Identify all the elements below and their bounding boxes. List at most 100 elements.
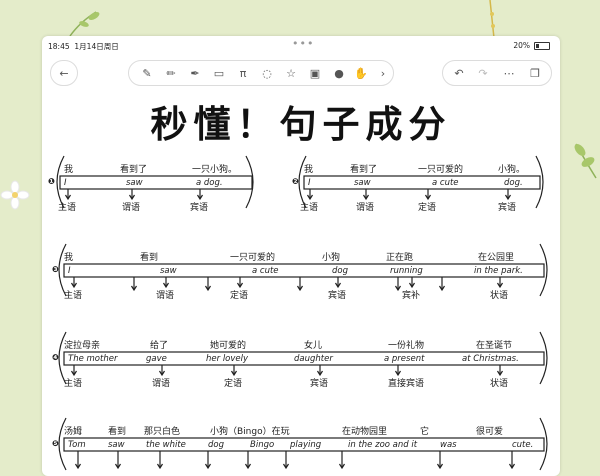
sentence-1-en-2: saw: [126, 178, 143, 188]
sentence-1-cn-2: 看到了: [120, 165, 148, 175]
battery-icon: [534, 42, 550, 50]
sentence-4-en-5: a present: [384, 354, 425, 364]
sentence-3-en-6: in the park.: [474, 266, 523, 276]
drawing-tools-group: ✎ ✏ ✒ ▭ π ◌ ☆ ▣ ● ✋ ›: [128, 60, 394, 86]
sentence-4-cn-5: 一份礼物: [388, 341, 425, 351]
sentence-2-role-3: 定语: [418, 203, 437, 213]
sentence-5-en-4: dog: [208, 440, 224, 450]
sentence-5-en-3: the white: [146, 440, 186, 450]
sentence-1-en-1: I: [64, 178, 67, 188]
sentence-5-en-5: Bingo: [250, 440, 275, 450]
sentence-2-cn-4: 小狗。: [498, 165, 526, 175]
eraser-icon[interactable]: ▭: [211, 66, 227, 82]
sentence-5-en-2: saw: [108, 440, 125, 450]
sentence-1-cn-3: 一只小狗。: [192, 165, 238, 175]
sentence-2-number: ❷: [292, 177, 299, 186]
sentence-2-en-3: a cute: [432, 178, 459, 188]
sentence-4-cn-4: 女儿: [304, 341, 323, 351]
redo-icon[interactable]: ↷: [475, 66, 491, 82]
history-tools-group: ↶ ↷ ⋯ ❐: [442, 60, 552, 86]
tablet-screen: 18:45 1月14日周日 ••• 20% ← ✎ ✏ ✒ ▭ π ◌ ☆ ▣ …: [42, 36, 560, 476]
battery-level: 20%: [513, 41, 530, 50]
sentence-4-en-2: gave: [146, 354, 167, 364]
sentence-5-cn-5: 在动物园里: [342, 427, 388, 437]
flower-decoration-icon: [0, 180, 30, 210]
sentence-2-role-4: 宾语: [498, 203, 517, 213]
sentence-1-role-3: 宾语: [190, 203, 209, 213]
sentence-1-box: [59, 175, 253, 190]
sentence-5-en-1: Tom: [68, 440, 86, 450]
gesture-icon[interactable]: ✋: [353, 66, 369, 82]
sentence-3-en-1: I: [68, 266, 71, 276]
sentence-5-cn-3: 那只白色: [144, 427, 181, 437]
leaf-right-decoration-icon: [574, 143, 597, 179]
sentence-2-cn-1: 我: [304, 165, 314, 175]
sentence-3-en-5: running: [390, 266, 423, 276]
undo-icon[interactable]: ↶: [451, 66, 467, 82]
sentence-5-en-6: playing: [290, 440, 322, 450]
multitask-dots-icon[interactable]: •••: [292, 37, 314, 50]
sentence-4-number: ❹: [52, 353, 59, 362]
sentence-4-cn-3: 她可爱的: [210, 341, 247, 351]
image-icon[interactable]: ▣: [307, 66, 323, 82]
sentence-4-cn-2: 给了: [150, 341, 169, 351]
sentence-4-role-4: 宾语: [310, 379, 329, 389]
sentence-4-role-5: 直接宾语: [388, 379, 425, 389]
pages-icon[interactable]: ❐: [527, 66, 543, 82]
sentence-3-en-3: a cute: [252, 266, 279, 276]
sentence-1-en-3: a dog.: [196, 178, 223, 188]
pen-icon[interactable]: ✎: [139, 66, 155, 82]
status-time: 18:45 1月14日周日: [48, 42, 119, 51]
sentence-3-cn-4: 小狗: [322, 253, 341, 263]
sentence-4-en-6: at Christmas.: [462, 354, 519, 364]
sentence-5-cn-1: 汤姆: [64, 427, 83, 437]
sentence-5-number: ❺: [52, 439, 59, 448]
sprig-decoration-icon: [489, 0, 495, 39]
sentence-4-en-3: her lovely: [206, 354, 249, 364]
chevron-left-icon: ←: [59, 67, 69, 80]
sentence-3-role-4: 宾语: [328, 291, 347, 301]
sentence-3-cn-6: 在公园里: [478, 253, 515, 263]
sentence-5-cn-4: 小狗（Bingo）在玩: [210, 427, 290, 437]
sentence-3-role-2: 谓语: [156, 291, 175, 301]
sentence-4-en-4: daughter: [294, 354, 333, 364]
pencil-icon[interactable]: ✏: [163, 66, 179, 82]
sentence-3-en-4: dog: [332, 266, 348, 276]
shape-icon[interactable]: ◌: [259, 66, 275, 82]
sentence-2-cn-2: 看到了: [350, 165, 378, 175]
sentence-3-number: ❸: [52, 265, 59, 274]
back-button[interactable]: ←: [50, 60, 78, 86]
sentence-5-cn-7: 很可爱: [476, 427, 504, 437]
sentence-1-number: ❶: [48, 177, 55, 186]
sentence-3-cn-2: 看到: [140, 253, 159, 263]
sentence-4-en-1: The mother: [68, 354, 118, 364]
sentence-1-role-1: 主语: [58, 203, 77, 213]
sentence-4-role-1: 主语: [64, 379, 83, 389]
sentence-2-en-1: I: [308, 178, 311, 188]
note-canvas[interactable]: 秒懂！句子成分 ❶ 我看到了 一只小狗。 Isaw a dog. 主语 谓语 宾语 ❷ 我看到了一…: [42, 92, 560, 476]
mic-icon[interactable]: ●: [331, 66, 347, 82]
marker-icon[interactable]: ✒: [187, 66, 203, 82]
sentence-5-cn-2: 看到: [108, 427, 127, 437]
sentence-2-en-4: dog.: [504, 178, 523, 188]
sentence-3-role-1: 主语: [64, 291, 83, 301]
sentence-1-role-2: 谓语: [122, 203, 141, 213]
sentence-3-role-6: 状语: [490, 291, 509, 301]
sentence-3-cn-1: 我: [64, 253, 74, 263]
more-icon[interactable]: ⋯: [501, 66, 517, 82]
sentence-2-cn-3: 一只可爱的: [418, 165, 464, 175]
chevron-right-icon[interactable]: ›: [375, 66, 391, 82]
sentence-2-en-2: saw: [354, 178, 371, 188]
lasso-icon[interactable]: π: [235, 66, 251, 82]
sentence-3-role-3: 定语: [230, 291, 249, 301]
sentence-4-role-3: 定语: [224, 379, 243, 389]
sentence-5-en-9: cute.: [512, 440, 534, 450]
sentence-2-role-2: 谓语: [356, 203, 375, 213]
sentence-3-cn-5: 正在跑: [386, 253, 414, 263]
sticker-icon[interactable]: ☆: [283, 66, 299, 82]
sentence-3-cn-3: 一只可爱的: [230, 253, 276, 263]
notes-toolbar: ← ✎ ✏ ✒ ▭ π ◌ ☆ ▣ ● ✋ › ↶ ↷ ⋯ ❐: [42, 58, 560, 88]
sentence-1-cn-1: 我: [64, 165, 74, 175]
sentence-5-en-7: in the zoo and it: [348, 440, 418, 450]
sentence-2-role-1: 主语: [300, 203, 319, 213]
